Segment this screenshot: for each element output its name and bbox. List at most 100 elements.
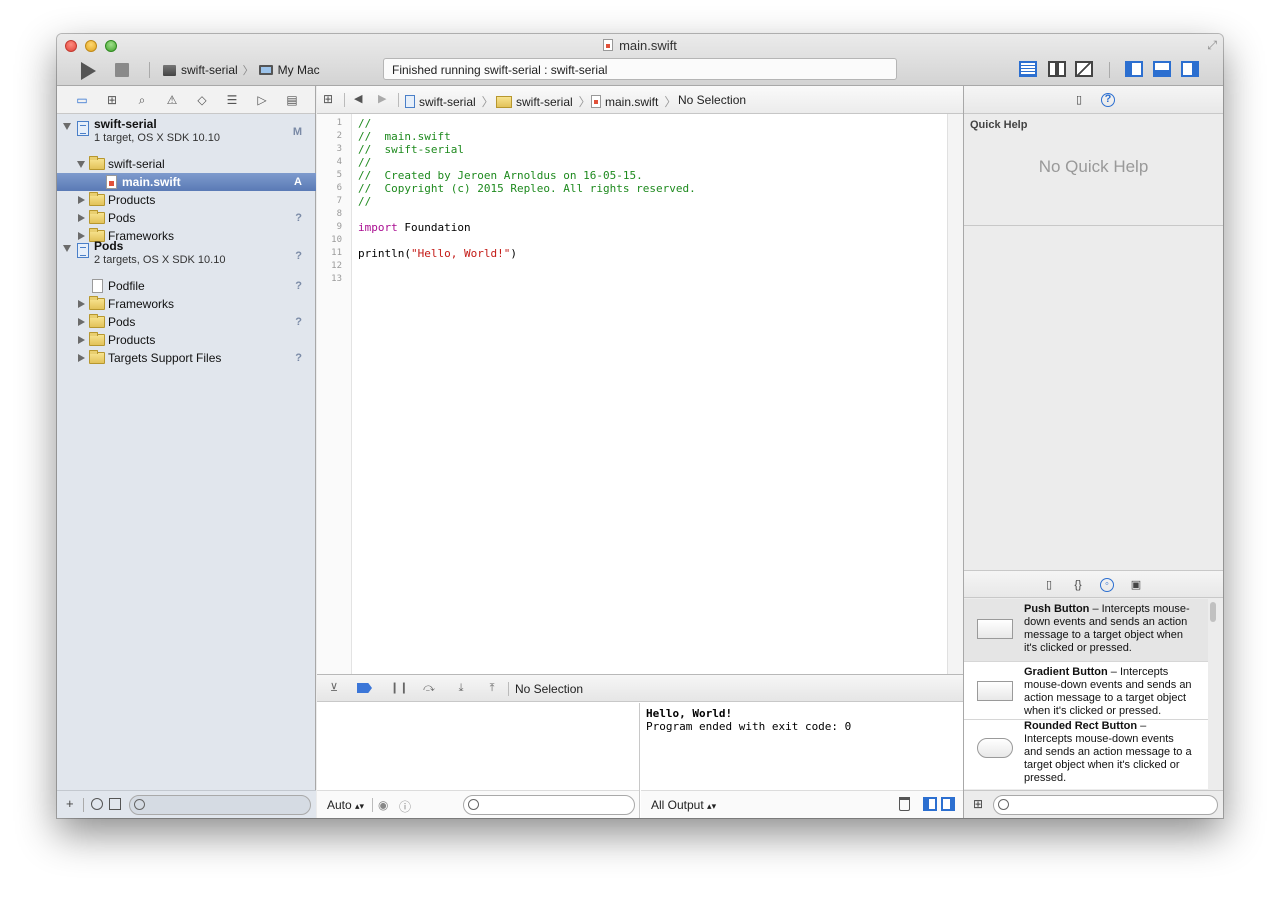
disclosure-closed-icon[interactable] [78,214,85,222]
variables-filter-input[interactable] [463,795,635,815]
stop-button[interactable] [115,63,129,77]
utilities-toggle-icon[interactable] [1181,61,1199,77]
trash-icon[interactable] [899,797,910,811]
object-library-icon[interactable]: ◦ [1100,578,1114,592]
debug-area-toggle-icon[interactable] [1153,61,1171,77]
scm-status-badge: ? [295,250,302,262]
chevron-right-icon: 〉 [578,95,591,109]
assistant-editor-icon[interactable] [1048,61,1066,77]
push-button-thumbnail-icon [977,619,1013,639]
disclosure-closed-icon[interactable] [78,300,85,308]
step-out-icon[interactable]: ⤒ [484,681,500,695]
tree-file-podfile[interactable]: Podfile ? [57,277,316,295]
symbol-navigator-icon[interactable]: ⊞ [104,92,120,108]
media-library-icon[interactable]: ▣ [1129,578,1143,592]
variables-scope-popup[interactable]: Auto ▴▾ [327,798,364,812]
hide-debug-area-icon[interactable]: ⊻ [326,681,342,695]
chevron-right-icon: 〉 [481,95,494,109]
disclosure-open-icon[interactable] [77,161,85,168]
editor-area: ⊞ ◀ ▶ swift-serial 〉 swift-serial 〉 main.s… [317,86,963,818]
editor-scrollbar[interactable] [947,114,963,674]
window-title-text: main.swift [619,38,677,53]
tree-project-swift-serial[interactable]: swift-serial 1 target, OS X SDK 10.10 M [57,117,316,151]
run-button[interactable] [81,62,96,80]
line-number-gutter[interactable]: 1 2 3 4 5 6 7 8 9 10 11 12 13 [317,114,352,674]
jumpbar-crumb-project[interactable]: swift-serial 〉 [405,93,496,110]
code-comment: // Copyright (c) 2015 Repleo. All rights… [358,182,696,195]
folder-icon [89,192,105,206]
code-line: // [358,117,371,130]
show-console-view-icon[interactable] [941,797,955,811]
file-inspector-icon[interactable]: ▯ [1072,93,1086,107]
grid-view-icon[interactable]: ⊞ [973,797,983,811]
navigator-toggle-icon[interactable] [1125,61,1143,77]
library-scrollbar[interactable] [1210,602,1218,788]
quick-look-icon[interactable]: ◉ [378,798,388,812]
quick-help-empty-text: No Quick Help [1038,157,1149,176]
pause-icon[interactable]: ❙❙ [390,681,408,695]
output-filter-popup[interactable]: All Output ▴▾ [651,798,716,812]
tree-group-products[interactable]: Products [57,331,316,349]
related-items-icon[interactable]: ⊞ [323,92,333,106]
code-line: println("Hello, World!") [358,247,517,260]
disclosure-open-icon[interactable] [63,123,71,130]
code-line: // main.swift [358,130,451,143]
disclosure-closed-icon[interactable] [78,336,85,344]
disclosure-open-icon[interactable] [63,245,71,252]
tree-file-main-swift[interactable]: main.swift A [57,173,316,191]
file-template-library-icon[interactable]: ▯ [1042,578,1056,592]
console-view[interactable]: Hello, World! Program ended with exit cod… [641,703,963,818]
line-number: 2 [336,131,342,141]
add-icon[interactable]: + [66,796,74,811]
library-item-rounded-rect-button[interactable]: Rounded Rect Button – Intercepts mouse-d… [964,720,1208,789]
recent-files-icon[interactable] [91,798,103,810]
tree-group-frameworks[interactable]: Frameworks [57,295,316,313]
tree-project-pods[interactable]: Pods 2 targets, OS X SDK 10.10 ? [57,239,316,273]
scrollbar-thumb[interactable] [1210,602,1216,622]
unsaved-files-icon[interactable] [109,798,121,810]
disclosure-closed-icon[interactable] [78,354,85,362]
jumpbar-crumb-group[interactable]: swift-serial 〉 [496,93,593,110]
breakpoint-navigator-icon[interactable]: ▷ [254,92,270,108]
tree-item-label: Podfile [108,279,145,293]
divider [964,225,1223,226]
source-editor[interactable]: 1 2 3 4 5 6 7 8 9 10 11 12 13 //// main.swift// swif… [317,114,947,674]
disclosure-closed-icon[interactable] [78,318,85,326]
library-item-push-button[interactable]: Push Button – Intercepts mouse-down even… [964,599,1208,662]
step-over-icon[interactable]: ⤼ [421,681,437,695]
breakpoints-toggle-icon[interactable] [357,683,372,693]
tree-group-swift-serial[interactable]: swift-serial [57,155,316,173]
project-navigator-icon[interactable]: ▭ [74,92,90,108]
log-navigator-icon[interactable]: ▤ [284,92,300,108]
navigator-selector-bar: ▭ ⊞ ⌕ ⚠ ◇ ☰ ▷ ▤ [57,86,315,114]
line-number: 9 [336,222,342,232]
navigator-filter-input[interactable] [129,795,311,815]
version-editor-icon[interactable] [1075,61,1093,77]
scm-status-badge: ? [295,352,302,364]
library-filter-input[interactable] [993,795,1218,815]
scheme-selector[interactable]: swift-serial 〉 My Mac [163,62,320,78]
fullscreen-icon[interactable]: ⤢ [1207,38,1217,53]
tree-group-targets-support-files[interactable]: Targets Support Files ? [57,349,316,367]
tree-group-pods[interactable]: Pods ? [57,209,316,227]
show-variables-view-icon[interactable] [923,797,937,811]
jumpbar-crumb-file[interactable]: main.swift 〉 [591,93,678,110]
quick-help-icon[interactable]: ? [1101,93,1115,107]
library-item-gradient-button[interactable]: Gradient Button – Intercepts mouse-down … [964,662,1208,720]
forward-arrow-icon[interactable]: ▶ [378,92,386,105]
print-description-icon[interactable]: ⓘ [399,798,411,815]
tree-group-products[interactable]: Products [57,191,316,209]
test-navigator-icon[interactable]: ◇ [194,92,210,108]
back-arrow-icon[interactable]: ◀ [354,92,362,105]
standard-editor-icon[interactable] [1019,61,1037,77]
debug-navigator-icon[interactable]: ☰ [224,92,240,108]
find-navigator-icon[interactable]: ⌕ [134,92,150,108]
disclosure-closed-icon[interactable] [78,196,85,204]
jumpbar-crumb-symbol[interactable]: No Selection [678,93,746,107]
issue-navigator-icon[interactable]: ⚠ [164,92,180,108]
tree-group-pods[interactable]: Pods ? [57,313,316,331]
code-snippet-library-icon[interactable]: {} [1071,578,1085,592]
debug-bar: ⊻ ❙❙ ⤼ ⤓ ⤒ No Selection [317,674,963,702]
debug-selection-label: No Selection [515,682,584,696]
step-into-icon[interactable]: ⤓ [453,681,469,695]
